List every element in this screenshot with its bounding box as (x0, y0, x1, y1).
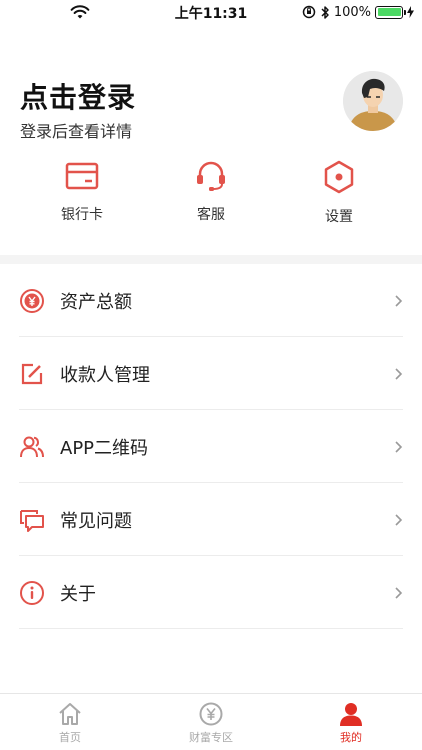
chevron-right-icon (395, 514, 403, 526)
quick-settings-label: 设置 (325, 209, 353, 225)
profile-header[interactable]: 点击登录 登录后查看详情 (0, 70, 422, 141)
tab-bar: 首页 财富专区 我的 (0, 693, 422, 750)
tab-wealth[interactable]: 财富专区 (171, 702, 251, 745)
menu-item-about[interactable]: 关于 (19, 556, 403, 629)
users-icon (20, 436, 44, 458)
quick-customer-service[interactable]: 客服 (161, 160, 261, 224)
menu-item-payee-management[interactable]: 收款人管理 (19, 337, 403, 410)
login-subtitle: 登录后查看详情 (20, 122, 133, 141)
info-circle-icon (20, 581, 44, 605)
avatar[interactable] (343, 71, 403, 131)
bluetooth-icon (320, 5, 330, 20)
status-right: 100% (302, 3, 414, 21)
tab-home[interactable]: 首页 (30, 702, 110, 745)
battery-level (377, 8, 401, 16)
battery-icon (375, 5, 406, 19)
menu-item-label: 收款人管理 (60, 365, 150, 386)
menu-item-label: APP二维码 (60, 438, 149, 459)
menu-item-label: 常见问题 (60, 511, 132, 532)
tab-mine-label: 我的 (340, 731, 362, 744)
tab-mine[interactable]: 我的 (311, 702, 391, 745)
chat-bubbles-icon (20, 510, 44, 532)
settings-hexagon-icon (324, 160, 354, 194)
status-bar: 上午11:31 100% (0, 0, 422, 24)
bank-card-icon (65, 162, 99, 190)
orientation-lock-icon (302, 5, 316, 19)
home-icon (59, 703, 81, 725)
quick-actions: 银行卡 客服 设置 (0, 160, 422, 240)
tab-wealth-label: 财富专区 (189, 731, 233, 744)
menu-item-app-qrcode[interactable]: APP二维码 (19, 410, 403, 483)
charging-bolt-icon (407, 6, 414, 18)
quick-customer-service-label: 客服 (197, 207, 225, 223)
menu-item-label: 资产总额 (60, 292, 132, 313)
section-divider (0, 255, 422, 264)
menu-item-faq[interactable]: 常见问题 (19, 483, 403, 556)
menu-item-assets[interactable]: 资产总额 (19, 264, 403, 337)
menu-list: 资产总额 收款人管理 APP二维码 常见问题 关于 (0, 264, 422, 629)
edit-square-icon (21, 363, 43, 385)
yen-circle-icon (20, 289, 44, 313)
tab-home-label: 首页 (59, 731, 81, 744)
chevron-right-icon (395, 587, 403, 599)
chevron-right-icon (395, 368, 403, 380)
quick-settings[interactable]: 设置 (289, 160, 389, 226)
quick-bank-card[interactable]: 银行卡 (32, 160, 132, 224)
headset-icon (197, 161, 225, 191)
chevron-right-icon (395, 295, 403, 307)
battery-percent: 100% (333, 4, 371, 20)
avatar-person-icon (343, 71, 403, 131)
yen-coin-icon (199, 702, 223, 726)
chevron-right-icon (395, 441, 403, 453)
person-icon (340, 703, 362, 726)
quick-bank-card-label: 银行卡 (61, 207, 103, 223)
menu-item-label: 关于 (60, 584, 96, 605)
login-title[interactable]: 点击登录 (20, 76, 136, 116)
